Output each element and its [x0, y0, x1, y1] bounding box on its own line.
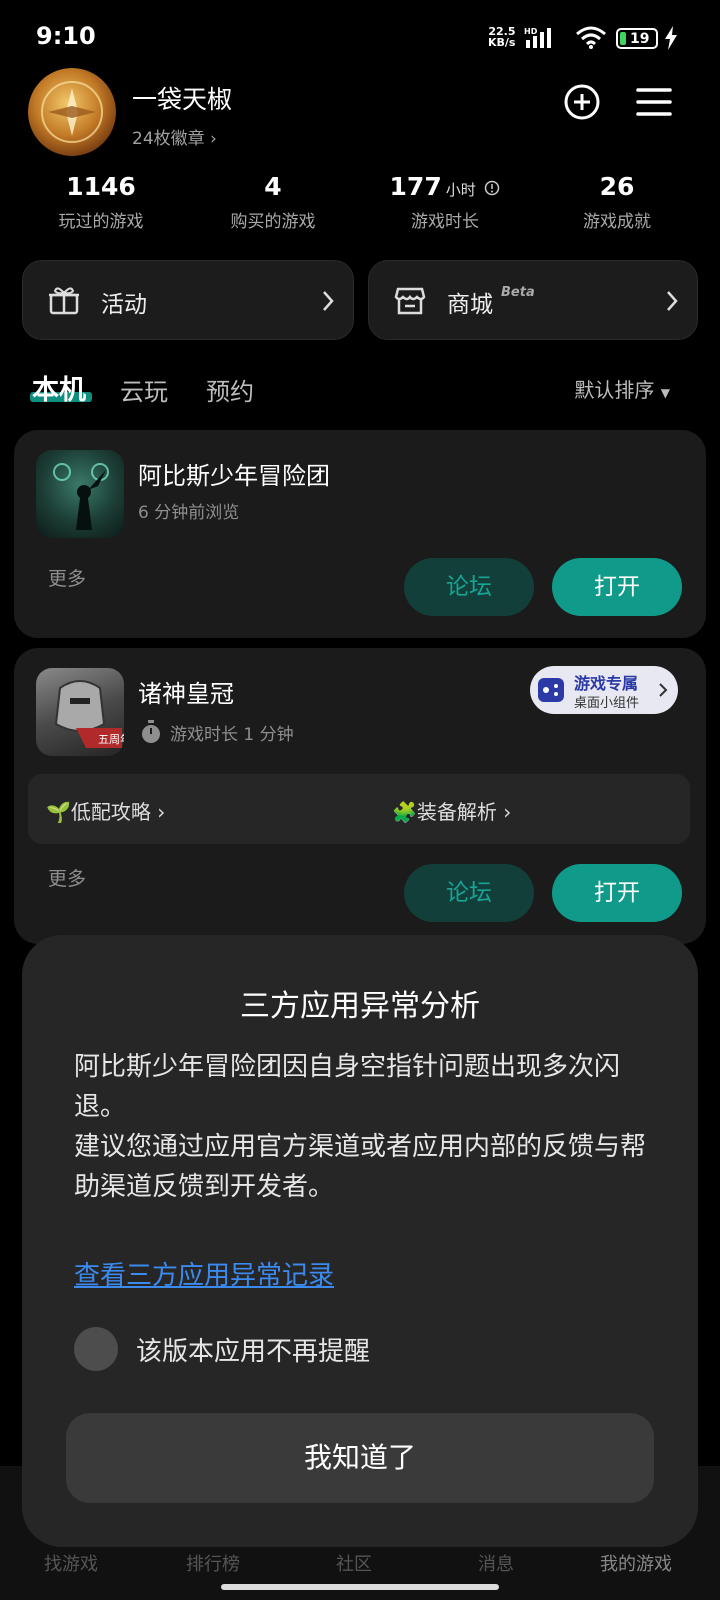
- dont-remind-label[interactable]: 该版本应用不再提醒: [136, 1331, 370, 1368]
- nav-ranking[interactable]: 排行榜: [186, 1550, 240, 1576]
- chevron-right-icon: [659, 683, 668, 697]
- stat-playtime[interactable]: 177 小时 游戏时长: [360, 172, 530, 232]
- acknowledge-button[interactable]: 我知道了: [66, 1413, 654, 1503]
- activity-card[interactable]: 活动: [22, 260, 354, 340]
- dialog-body: 阿比斯少年冒险团因自身空指针问题出现多次闪退。 建议您通过应用官方渠道或者应用内…: [74, 1052, 647, 1202]
- stopwatch-icon: [142, 720, 160, 743]
- crash-analysis-dialog: 三方应用异常分析 阿比斯少年冒险团因自身空指针问题出现多次闪退。 建议您通过应用…: [22, 935, 698, 1547]
- sort-dropdown[interactable]: 默认排序 ▼: [574, 374, 670, 403]
- guide-equipment[interactable]: 🧩装备解析 ›: [392, 796, 511, 825]
- activity-label: 活动: [101, 292, 147, 318]
- wifi-icon: [576, 26, 606, 49]
- badges-link[interactable]: 24枚徽章 ›: [132, 124, 217, 149]
- dont-remind-checkbox[interactable]: [74, 1327, 118, 1371]
- beta-badge: Beta: [501, 285, 535, 300]
- status-bar: 9:10 22.5 KB/s HD 19: [0, 0, 720, 76]
- game-last-viewed: 6 分钟前浏览: [138, 503, 240, 523]
- game-card[interactable]: 五周年 诸神皇冠 游戏时长 1 分钟 游戏专属 桌面小组件 🌱低配攻略 › 🧩装…: [14, 648, 706, 944]
- forum-button[interactable]: 论坛: [404, 558, 534, 616]
- more-link[interactable]: 更多: [48, 864, 86, 891]
- open-button[interactable]: 打开: [552, 864, 682, 922]
- nav-messages[interactable]: 消息: [478, 1550, 514, 1576]
- tab-reserve[interactable]: 预约: [206, 372, 254, 407]
- guide-strip: 🌱低配攻略 › 🧩装备解析 ›: [28, 774, 690, 844]
- game-card[interactable]: 阿比斯少年冒险团 6 分钟前浏览 更多 论坛 打开: [14, 430, 706, 638]
- plus-circle-icon[interactable]: [562, 82, 602, 122]
- nav-my-games[interactable]: 我的游戏: [600, 1550, 672, 1576]
- stat-purchased[interactable]: 4 购买的游戏: [188, 172, 358, 232]
- open-button[interactable]: 打开: [552, 558, 682, 616]
- info-icon: [485, 180, 500, 196]
- hamburger-menu-icon[interactable]: [634, 82, 674, 122]
- game-icon: [36, 450, 124, 538]
- desktop-widget-badge[interactable]: 游戏专属 桌面小组件: [530, 666, 678, 714]
- view-crash-records-link[interactable]: 查看三方应用异常记录: [74, 1255, 334, 1292]
- sprout-icon: 🌱: [46, 800, 71, 824]
- game-title: 阿比斯少年冒险团: [138, 462, 330, 490]
- network-speed: 22.5 KB/s: [488, 25, 516, 49]
- store-icon: [394, 287, 426, 315]
- svg-text:HD: HD: [524, 27, 538, 36]
- gamepad-icon: [538, 678, 564, 702]
- username: 一袋天椒: [132, 85, 233, 114]
- game-icon: 五周年: [36, 668, 124, 756]
- tab-local[interactable]: 本机: [32, 368, 86, 407]
- charging-icon: [665, 26, 677, 50]
- tab-cloud[interactable]: 云玩: [120, 372, 168, 407]
- guide-low-spec[interactable]: 🌱低配攻略 ›: [46, 796, 165, 825]
- battery-icon: 19: [616, 28, 658, 49]
- forum-button[interactable]: 论坛: [404, 864, 534, 922]
- dialog-title: 三方应用异常分析: [240, 989, 480, 1024]
- gift-icon: [49, 287, 79, 315]
- game-playtime: 游戏时长 1 分钟: [170, 725, 294, 745]
- chevron-right-icon: [323, 291, 334, 311]
- puzzle-icon: 🧩: [392, 800, 417, 824]
- game-title: 诸神皇冠: [138, 680, 234, 708]
- chevron-right-icon: [667, 291, 678, 311]
- status-time: 9:10: [36, 22, 96, 50]
- compass-image: [41, 81, 103, 143]
- svg-text:五周年: 五周年: [98, 732, 124, 746]
- avatar[interactable]: [28, 68, 116, 156]
- more-link[interactable]: 更多: [48, 564, 86, 591]
- cellular-signal-icon: HD: [524, 27, 551, 48]
- home-indicator[interactable]: [221, 1584, 499, 1590]
- nav-community[interactable]: 社区: [336, 1550, 372, 1576]
- stat-played[interactable]: 1146 玩过的游戏: [16, 172, 186, 232]
- store-card[interactable]: 商城 Beta: [368, 260, 698, 340]
- store-label: 商城 Beta: [447, 285, 535, 318]
- stat-achievements[interactable]: 26 游戏成就: [532, 172, 702, 232]
- nav-find-games[interactable]: 找游戏: [44, 1550, 98, 1576]
- caret-down-icon: ▼: [660, 386, 670, 400]
